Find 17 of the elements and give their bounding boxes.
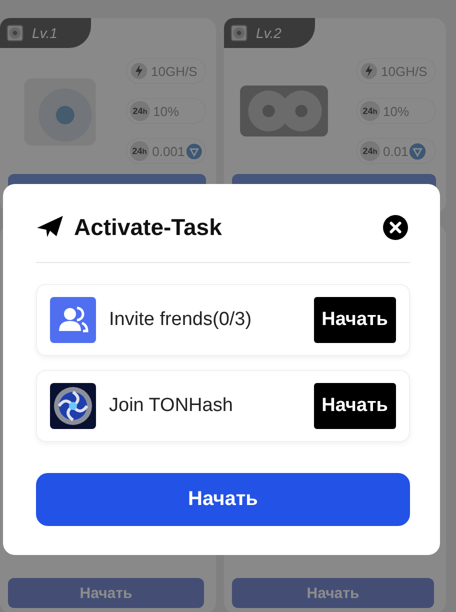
task-label: Invite frends(0/3) — [109, 309, 253, 331]
level-label: Lv.2 — [256, 25, 282, 41]
level-label: Lv.1 — [32, 25, 58, 41]
lightning-icon — [130, 62, 148, 80]
close-icon[interactable] — [383, 214, 408, 240]
dialog-title: Activate-Task — [74, 214, 223, 240]
task-label: Join TONHash — [109, 395, 234, 417]
people-icon — [50, 297, 96, 343]
lightning-icon — [360, 62, 378, 80]
start-button[interactable]: Начать — [314, 383, 396, 429]
fan-icon — [6, 24, 24, 42]
fan-logo-icon — [50, 383, 96, 429]
start-button[interactable]: Начать — [314, 297, 396, 343]
coin-icon — [409, 142, 426, 160]
fan-icon — [230, 24, 248, 42]
start-button[interactable]: Начать — [36, 473, 410, 526]
coin-icon — [186, 142, 202, 160]
